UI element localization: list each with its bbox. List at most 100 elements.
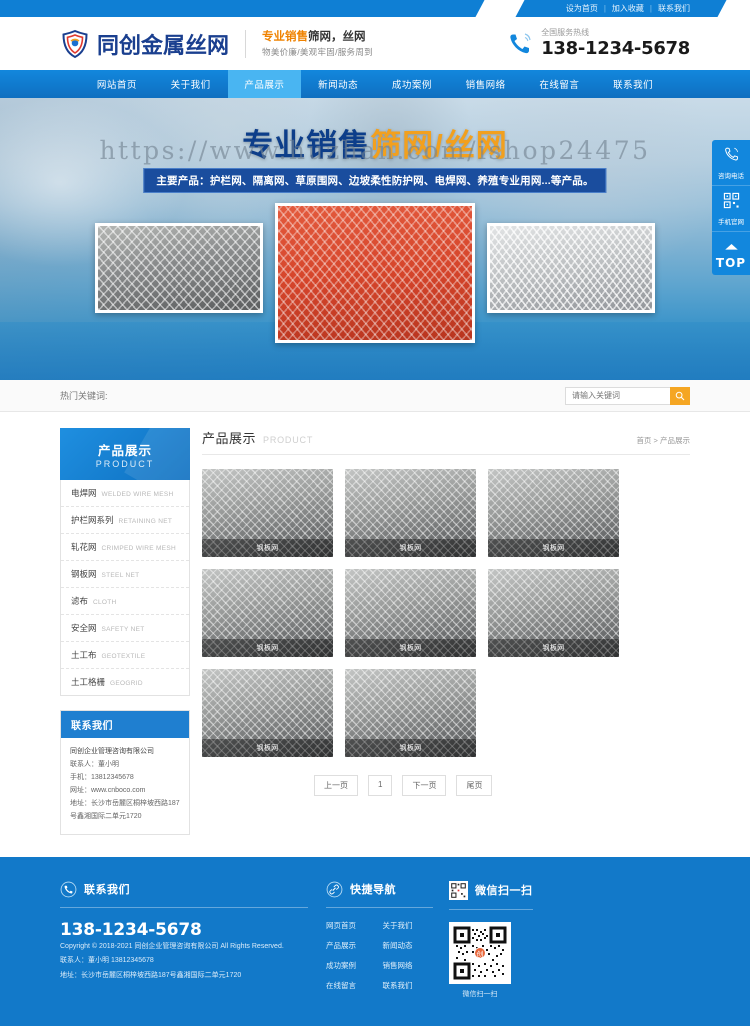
hot-keywords-label: 热门关键词: xyxy=(60,391,108,401)
header-phone-block: 全国服务热线 138-1234-5678 xyxy=(507,28,690,58)
floating-side-widget: 咨询电话 手机官网 TOP xyxy=(712,140,750,275)
sidebar-item-geogrid[interactable]: 土工格栅 GEOGRID xyxy=(61,669,189,695)
nav-item-contact[interactable]: 联系我们 xyxy=(596,70,670,98)
product-card[interactable]: 钢板网 xyxy=(345,569,476,657)
banner-image-2 xyxy=(275,203,475,343)
product-card[interactable]: 钢板网 xyxy=(202,569,333,657)
pagination-prev[interactable]: 上一页 xyxy=(314,775,358,796)
qr-code-icon xyxy=(723,192,739,209)
sidebar-item-welded-wire-mesh[interactable]: 电焊网 WELDED WIRE MESH xyxy=(61,480,189,507)
side-widget-top[interactable]: TOP xyxy=(712,232,750,275)
product-card[interactable]: 钢板网 xyxy=(345,469,476,557)
site-header: 同创金属丝网 专业销售筛网，丝网 物美价廉/美观牢固/服务周到 全国服务热线 1… xyxy=(0,17,750,70)
footer-link-contact[interactable]: 联系我们 xyxy=(383,980,434,991)
category-header-en: PRODUCT xyxy=(95,458,155,469)
category-label-en: WELDED WIRE MESH xyxy=(101,491,174,498)
add-favorite-link[interactable]: 加入收藏 xyxy=(612,3,644,14)
footer-link-network[interactable]: 销售网络 xyxy=(383,960,434,971)
main-content: 产品展示 PRODUCT 电焊网 WELDED WIRE MESH 护栏网系列 … xyxy=(0,412,750,835)
sidebar-item-geotextile[interactable]: 土工布 GEOTEXTILE xyxy=(61,642,189,669)
side-widget-phone-label: 咨询电话 xyxy=(718,173,744,180)
search-button[interactable] xyxy=(670,386,690,405)
contact-person: 联系人：董小明 xyxy=(70,760,119,768)
pagination-next[interactable]: 下一页 xyxy=(402,775,447,796)
category-label-cn: 土工布 xyxy=(71,650,97,660)
main-navigation: 网站首页 关于我们 产品展示 新闻动态 成功案例 销售网络 在线留言 联系我们 xyxy=(0,70,750,98)
sidebar-item-crimped-wire-mesh[interactable]: 轧花网 CRIMPED WIRE MESH xyxy=(61,534,189,561)
set-homepage-link[interactable]: 设为首页 xyxy=(566,3,598,14)
banner-image-1 xyxy=(95,223,263,313)
category-label-en: CLOTH xyxy=(93,599,117,606)
phone-number: 138-1234-5678 xyxy=(541,37,690,59)
footer-link-message[interactable]: 在线留言 xyxy=(326,980,377,991)
footer-qr-head: 微信扫一扫 xyxy=(449,880,533,900)
contact-website: 网址：www.cnboco.com xyxy=(70,786,146,794)
nav-item-about[interactable]: 关于我们 xyxy=(154,70,228,98)
nav-item-cases[interactable]: 成功案例 xyxy=(375,70,449,98)
logo[interactable]: 同创金属丝网 xyxy=(60,28,229,60)
nav-item-news[interactable]: 新闻动态 xyxy=(301,70,375,98)
sidebar-item-safety-net[interactable]: 安全网 SAFETY NET xyxy=(61,615,189,642)
sidebar-item-steel-net[interactable]: 钢板网 STEEL NET xyxy=(61,561,189,588)
sidebar: 产品展示 PRODUCT 电焊网 WELDED WIRE MESH 护栏网系列 … xyxy=(60,428,190,835)
product-caption: 钢板网 xyxy=(345,739,476,757)
side-widget-phone[interactable]: 咨询电话 xyxy=(712,140,750,186)
footer-phone: 138-1234-5678 xyxy=(60,919,202,940)
footer-qr-column: 微信扫一扫 创 微信扫一扫 xyxy=(433,880,533,999)
slogan-block: 专业销售筛网，丝网 物美价廉/美观牢固/服务周到 xyxy=(262,29,373,59)
footer-link-news[interactable]: 新闻动态 xyxy=(383,940,434,951)
sidebar-item-retaining-net[interactable]: 护栏网系列 RETAINING NET xyxy=(61,507,189,534)
category-label-en: STEEL NET xyxy=(101,572,140,579)
pagination-last[interactable]: 尾页 xyxy=(456,775,493,796)
pagination-page-1[interactable]: 1 xyxy=(368,775,393,796)
nav-item-network[interactable]: 销售网络 xyxy=(449,70,523,98)
footer-address: 地址：长沙市岳麓区桐梓坡西路187号鑫湘国际二单元1720 xyxy=(60,972,242,979)
product-caption: 钢板网 xyxy=(202,539,333,557)
phone-ring-icon xyxy=(724,147,738,161)
category-label-cn: 安全网 xyxy=(71,623,97,633)
category-label-cn: 钢板网 xyxy=(71,569,97,579)
product-image: 钢板网 xyxy=(345,569,476,657)
footer-link-products[interactable]: 产品展示 xyxy=(326,940,377,951)
product-card[interactable]: 钢板网 xyxy=(202,469,333,557)
product-card[interactable]: 钢板网 xyxy=(488,569,619,657)
phone-circle-icon xyxy=(60,881,77,897)
sidebar-item-cloth[interactable]: 滤布 CLOTH xyxy=(61,588,189,615)
product-card[interactable]: 钢板网 xyxy=(202,669,333,757)
header-divider xyxy=(245,29,247,58)
product-image: 钢板网 xyxy=(488,569,619,657)
topbar-separator-2: | xyxy=(649,4,652,13)
nav-item-products[interactable]: 产品展示 xyxy=(227,70,302,98)
arrow-up-icon xyxy=(724,244,738,250)
category-label-en: GEOGRID xyxy=(110,680,143,687)
category-label-en: GEOTEXTILE xyxy=(101,653,146,660)
category-label-cn: 轧花网 xyxy=(71,542,97,552)
nav-item-message[interactable]: 在线留言 xyxy=(523,70,597,98)
side-widget-qr[interactable]: 手机官网 xyxy=(712,186,750,232)
category-label-en: RETAINING NET xyxy=(118,518,173,525)
nav-item-home[interactable]: 网站首页 xyxy=(80,70,154,98)
sidebar-contact-title: 联系我们 xyxy=(61,711,189,738)
product-caption: 钢板网 xyxy=(202,739,333,757)
footer-link-about[interactable]: 关于我们 xyxy=(383,920,434,931)
search-box xyxy=(565,386,690,405)
product-card[interactable]: 钢板网 xyxy=(345,669,476,757)
category-header: 产品展示 PRODUCT xyxy=(60,428,190,480)
contact-us-link[interactable]: 联系我们 xyxy=(658,3,690,14)
footer-link-home[interactable]: 网页首页 xyxy=(326,920,377,931)
shield-logo-icon xyxy=(60,29,90,59)
contact-mobile: 手机：13812345678 xyxy=(70,773,134,781)
footer-link-cases[interactable]: 成功案例 xyxy=(326,960,377,971)
banner-image-row xyxy=(0,203,750,343)
contact-company: 同创企业管理咨询有限公司 xyxy=(70,748,154,755)
slogan-sub: 物美价廉/美观牢固/服务周到 xyxy=(262,46,373,57)
search-input[interactable] xyxy=(565,386,670,405)
footer-rule xyxy=(326,906,433,908)
topbar-shape-left xyxy=(475,0,525,17)
topbar-separator-1: | xyxy=(603,4,606,13)
footer-copyright: Copyright © 2018-2021 同创企业管理咨询有限公司 All R… xyxy=(60,942,284,950)
hero-banner: 专业销售筛网/丝网 https://www.huzhan.com/ishop24… xyxy=(0,98,750,380)
product-card[interactable]: 钢板网 xyxy=(488,469,619,557)
keyword-search-bar: 热门关键词: xyxy=(0,380,750,412)
footer-nav-column: 快捷导航 网页首页 关于我们 产品展示 新闻动态 成功案例 销售网络 在线留言 … xyxy=(308,881,433,999)
